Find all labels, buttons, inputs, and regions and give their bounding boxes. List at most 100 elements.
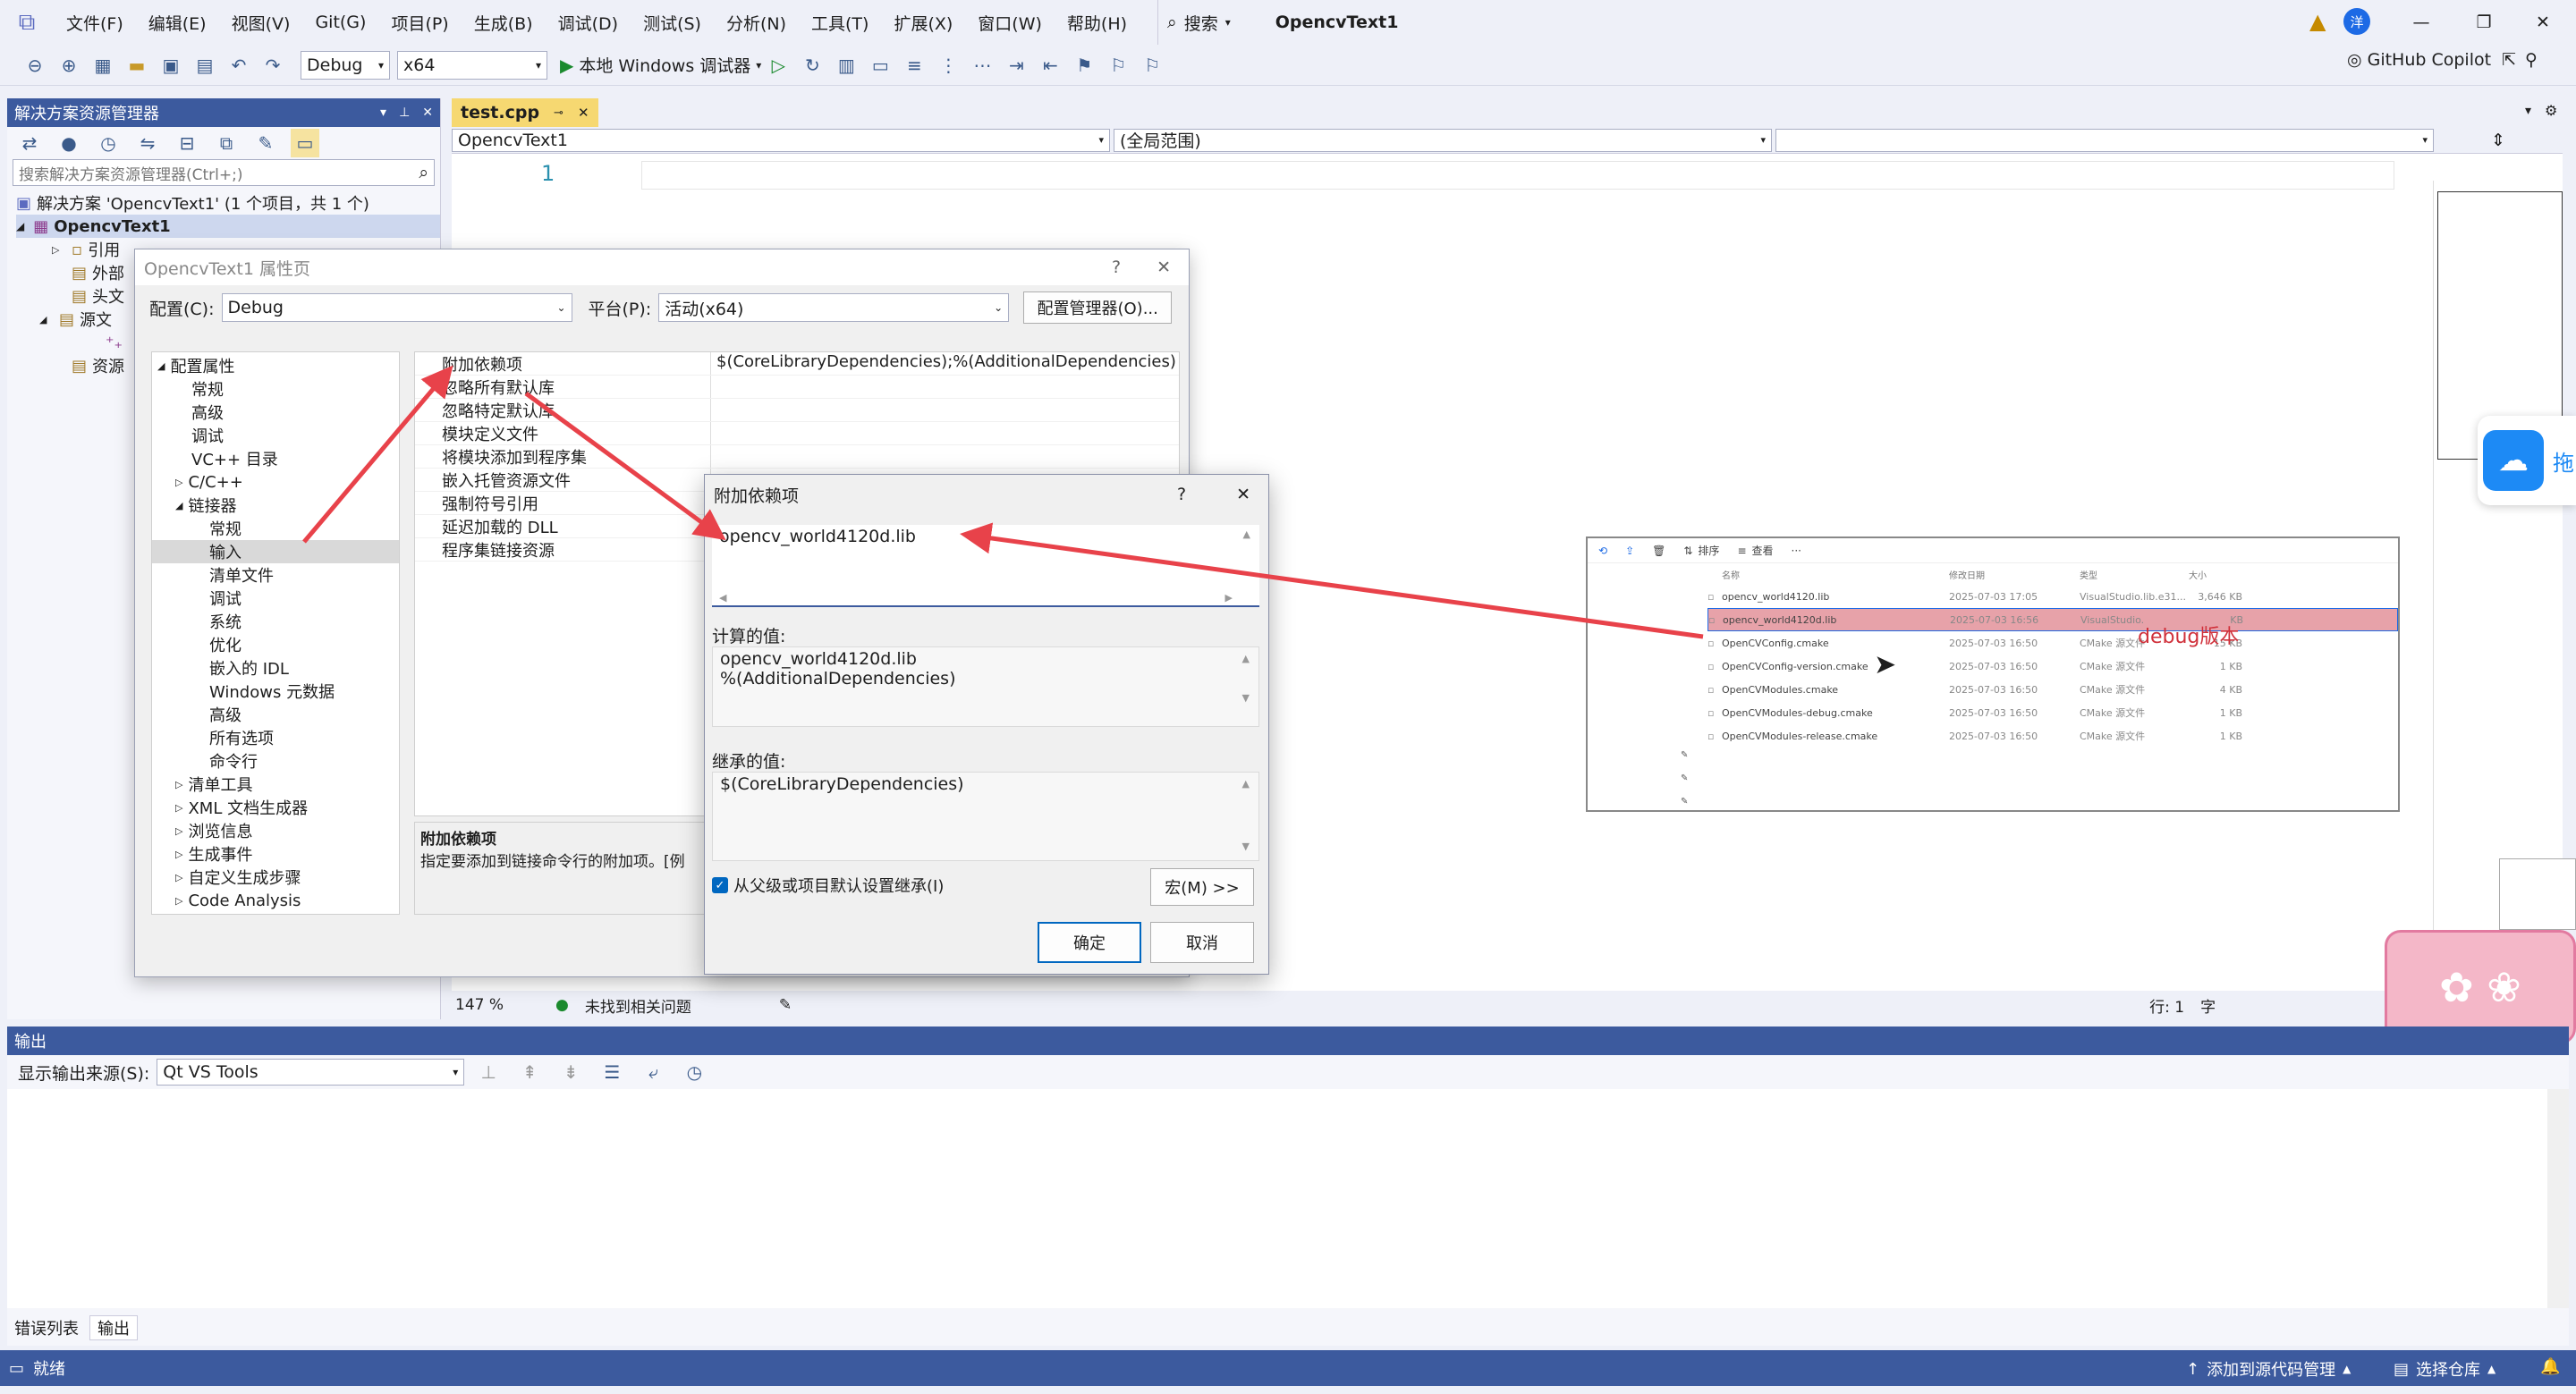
refresh-icon[interactable]: ⇋ xyxy=(133,129,162,157)
property-row[interactable]: 模块定义文件 xyxy=(415,422,1179,445)
select-repo-button[interactable]: ▤ 选择仓库 ▲ xyxy=(2394,1357,2496,1381)
pin-icon[interactable]: ⊥ xyxy=(399,106,410,120)
browse-icon[interactable]: ▥ xyxy=(832,51,860,80)
prev-message-icon[interactable]: ⇞ xyxy=(515,1058,544,1086)
redo-icon[interactable]: ↷ xyxy=(258,51,287,80)
scroll-up-icon[interactable]: ▲ xyxy=(1242,653,1250,664)
start-without-debug-icon[interactable]: ▷ xyxy=(764,51,792,80)
output-scrollbar[interactable] xyxy=(2547,1089,2569,1308)
close-icon[interactable]: ✕ xyxy=(1157,258,1171,277)
back-icon[interactable]: ⊖ xyxy=(21,51,49,80)
file-row[interactable]: ▫ opencv_world4120.lib 2025-07-03 17:05 Vis… xyxy=(1707,585,2398,608)
menu-item[interactable]: 文件(F) xyxy=(54,0,136,45)
word-wrap-icon[interactable]: ⤶ xyxy=(639,1058,667,1086)
search-box[interactable]: ⌕ 搜索 ▾ xyxy=(1157,0,1240,45)
preview-icon[interactable]: ▭ xyxy=(291,129,319,157)
tab-test-cpp[interactable]: test.cpp ⊸ ✕ xyxy=(452,98,598,127)
tree-item-linker-sub[interactable]: 嵌入的 IDL xyxy=(152,656,399,680)
tree-item-linker-sub[interactable]: 清单文件 xyxy=(152,563,399,587)
tree-item-linker-sub[interactable]: 所有选项 xyxy=(152,726,399,749)
undo-icon[interactable]: ↶ xyxy=(225,51,253,80)
tree-item-category[interactable]: ▷ XML 文档生成器 xyxy=(152,796,399,819)
format-icon[interactable]: ≡ xyxy=(900,51,928,80)
tree-item-linker-sub[interactable]: 命令行 xyxy=(152,749,399,773)
menu-item[interactable]: 调试(D) xyxy=(546,0,631,45)
hot-reload-icon[interactable]: ↻ xyxy=(798,51,826,80)
issues-label[interactable]: 未找到相关问题 xyxy=(585,994,691,1017)
save-all-icon[interactable]: ▤ xyxy=(191,51,219,80)
tree-item-category[interactable]: ▷ Code Analysis xyxy=(152,889,399,912)
close-icon[interactable]: ✕ xyxy=(1236,485,1250,504)
close-icon[interactable]: ✕ xyxy=(422,106,433,120)
close-icon[interactable]: ✕ xyxy=(2528,7,2558,38)
solution-node[interactable]: ▣ 解决方案 'OpencvText1' (1 个项目，共 1 个) xyxy=(16,191,440,215)
dependencies-textarea[interactable]: opencv_world4120d.lib ▲ ◀ ▶ xyxy=(712,525,1259,607)
new-project-icon[interactable]: ▦ xyxy=(89,51,117,80)
platform-combo[interactable]: 活动(x64) ⌄ xyxy=(658,293,1010,322)
tree-item-category[interactable]: ▷ 清单工具 xyxy=(152,773,399,796)
indent-icon[interactable]: ⇥ xyxy=(1002,51,1030,80)
find-icon[interactable]: ⊥ xyxy=(474,1058,503,1086)
tree-item-linker-sub[interactable]: Windows 元数据 xyxy=(152,680,399,703)
sync-icon[interactable]: ⇄ xyxy=(15,129,44,157)
menu-item[interactable]: 测试(S) xyxy=(631,0,714,45)
avatar[interactable]: 洋 xyxy=(2343,8,2370,35)
tree-item-general[interactable]: 高级 xyxy=(152,401,399,424)
uncomment-icon[interactable]: ⋯ xyxy=(968,51,996,80)
property-row[interactable]: 附加依赖项 $(CoreLibraryDependencies);%(Additi… xyxy=(415,352,1179,376)
collapse-icon[interactable]: ⊟ xyxy=(173,129,201,157)
menu-item[interactable]: 项目(P) xyxy=(378,0,461,45)
menu-item[interactable]: Git(G) xyxy=(302,0,378,45)
menu-item[interactable]: 窗口(W) xyxy=(965,0,1055,45)
nav-scope-select[interactable]: (全局范围) ▾ xyxy=(1114,128,1772,152)
file-row[interactable]: ▫ OpenCVConfig.cmake 2025-07-03 16:50 CMake… xyxy=(1707,631,2398,655)
scroll-up-icon[interactable]: ▲ xyxy=(1242,778,1250,790)
outdent-icon[interactable]: ⇤ xyxy=(1036,51,1064,80)
tree-item-linker[interactable]: ◢ 链接器 xyxy=(152,494,399,517)
github-copilot-button[interactable]: ◎ GitHub Copilot ⇱ ⚲ xyxy=(2347,50,2538,70)
brush-icon[interactable]: ✎ xyxy=(779,996,792,1014)
project-node[interactable]: ◢ ▦ OpencvText1 xyxy=(16,215,440,238)
file-row[interactable]: ▫ OpenCVModules-debug.cmake 2025-07-03 16:… xyxy=(1707,701,2398,724)
config-select[interactable]: Debug ▾ xyxy=(301,50,390,80)
scroll-left-icon[interactable]: ◀ xyxy=(719,592,726,604)
nav-project-select[interactable]: OpencvText1 ▾ xyxy=(452,128,1110,152)
scroll-right-icon[interactable]: ▶ xyxy=(1225,592,1233,604)
open-folder-icon[interactable]: ▬ xyxy=(123,51,151,80)
save-icon[interactable]: ▣ xyxy=(157,51,185,80)
menu-item[interactable]: 视图(V) xyxy=(219,0,303,45)
tree-item-general[interactable]: 调试 xyxy=(152,424,399,447)
pin-icon[interactable]: ⊸ xyxy=(554,106,564,120)
tree-item-linker-sub[interactable]: 系统 xyxy=(152,610,399,633)
dropdown-icon[interactable]: ▾ xyxy=(380,106,386,120)
code-line-highlight[interactable] xyxy=(641,161,2394,190)
tree-item-cpp[interactable]: ▷ C/C++ xyxy=(152,470,399,494)
tree-item-linker-sub[interactable]: 高级 xyxy=(152,703,399,726)
menu-item[interactable]: 生成(B) xyxy=(462,0,546,45)
history-icon[interactable]: ◷ xyxy=(94,129,123,157)
tree-item-category[interactable]: ▷ 自定义生成步骤 xyxy=(152,866,399,889)
tree-root[interactable]: ◢ 配置属性 xyxy=(152,354,399,377)
file-row[interactable]: ▫ opencv_world4120d.lib 2025-07-03 16:56 Vi… xyxy=(1707,608,2398,631)
run-debugger-button[interactable]: ▶ 本地 Windows 调试器 ▾ xyxy=(560,53,761,77)
properties-icon[interactable]: ✎ xyxy=(251,129,280,157)
menu-item[interactable]: 帮助(H) xyxy=(1055,0,1140,45)
close-icon[interactable]: ✕ xyxy=(578,105,589,121)
file-row[interactable]: ▫ OpenCVModules-release.cmake 2025-07-03 1… xyxy=(1707,724,2398,748)
forward-icon[interactable]: ⊕ xyxy=(55,51,83,80)
cancel-button[interactable]: 取消 xyxy=(1150,922,1254,963)
inherit-checkbox[interactable]: ✓ 从父级或项目默认设置继承(I) xyxy=(712,874,944,897)
add-source-control-button[interactable]: ↑ 添加到源代码管理 ▲ xyxy=(2186,1357,2351,1381)
tree-item-category[interactable]: ▷ 浏览信息 xyxy=(152,819,399,842)
config-manager-button[interactable]: 配置管理器(O)... xyxy=(1023,291,1173,324)
home-icon[interactable]: ● xyxy=(55,129,83,157)
floating-cloud-widget[interactable]: ☁ 拖 xyxy=(2478,416,2576,505)
notifications-icon[interactable]: 🔔 xyxy=(2540,1357,2560,1376)
next-message-icon[interactable]: ⇟ xyxy=(556,1058,585,1086)
comment-icon[interactable]: ⋮ xyxy=(934,51,962,80)
menu-item[interactable]: 工具(T) xyxy=(799,0,881,45)
property-row[interactable]: 忽略所有默认库 xyxy=(415,376,1179,399)
minimize-icon[interactable]: — xyxy=(2406,7,2436,38)
solution-search-input[interactable]: 搜索解决方案资源管理器(Ctrl+;) ⌕ xyxy=(13,159,435,186)
menu-item[interactable]: 分析(N) xyxy=(714,0,799,45)
